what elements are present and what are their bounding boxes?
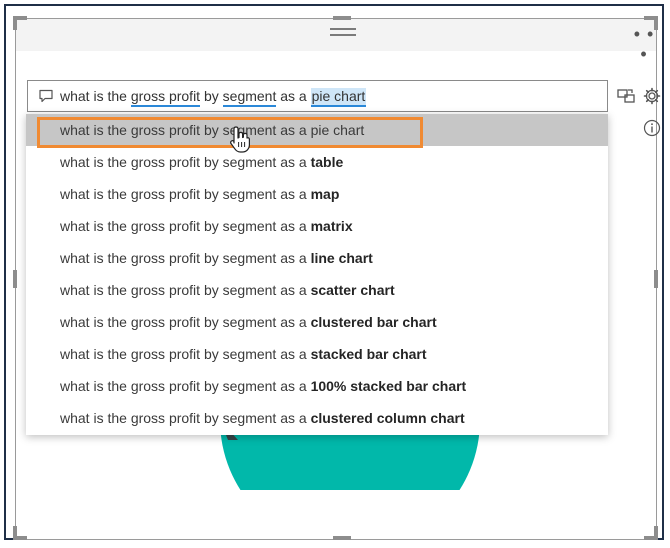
suggestion-item-clustered-bar-chart[interactable]: what is the gross profit by segment as a… <box>26 306 608 338</box>
suggestions-dropdown: what is the gross profit by segment as a… <box>26 114 608 435</box>
suggestion-item-line-chart[interactable]: what is the gross profit by segment as a… <box>26 242 608 274</box>
settings-gear-icon[interactable] <box>642 86 662 106</box>
suggestion-item-clustered-column-chart[interactable]: what is the gross profit by segment as a… <box>26 402 608 434</box>
qa-text-part: what is the <box>60 88 131 104</box>
qa-text-part: by <box>200 88 223 104</box>
more-options-icon[interactable]: • • • <box>628 24 660 64</box>
resize-handle-right[interactable] <box>654 270 658 288</box>
info-icon[interactable] <box>642 118 662 138</box>
resize-handle-bottom-left-v[interactable] <box>13 526 17 540</box>
drag-grip-icon[interactable] <box>330 28 356 38</box>
resize-handle-bottom-right-v[interactable] <box>654 526 658 540</box>
qa-term-gross-profit: gross profit <box>130 88 201 107</box>
suggestion-item-table[interactable]: what is the gross profit by segment as a… <box>26 146 608 178</box>
convert-to-visual-icon[interactable] <box>616 86 636 106</box>
suggestion-item-scatter-chart[interactable]: what is the gross profit by segment as a… <box>26 274 608 306</box>
qa-text-part: as a <box>276 88 311 104</box>
suggestion-item-map[interactable]: what is the gross profit by segment as a… <box>26 178 608 210</box>
qa-question-input[interactable]: what is the gross profit by segment as a… <box>27 80 608 112</box>
qa-term-segment: segment <box>222 88 277 107</box>
chat-bubble-icon <box>38 88 54 104</box>
qa-question-text: what is the gross profit by segment as a… <box>60 88 367 107</box>
resize-handle-bottom[interactable] <box>333 536 351 540</box>
qa-term-pie-chart: pie chart <box>310 88 367 107</box>
suggestion-item-stacked-bar-chart[interactable]: what is the gross profit by segment as a… <box>26 338 608 370</box>
suggestion-item-pie-chart[interactable]: what is the gross profit by segment as a… <box>26 114 608 146</box>
resize-handle-top[interactable] <box>333 16 351 20</box>
suggestion-item-100-stacked-bar-chart[interactable]: what is the gross profit by segment as a… <box>26 370 608 402</box>
suggestion-item-matrix[interactable]: what is the gross profit by segment as a… <box>26 210 608 242</box>
resize-handle-top-left-v[interactable] <box>13 16 17 30</box>
resize-handle-left[interactable] <box>13 270 17 288</box>
hand-cursor-icon <box>230 126 250 153</box>
